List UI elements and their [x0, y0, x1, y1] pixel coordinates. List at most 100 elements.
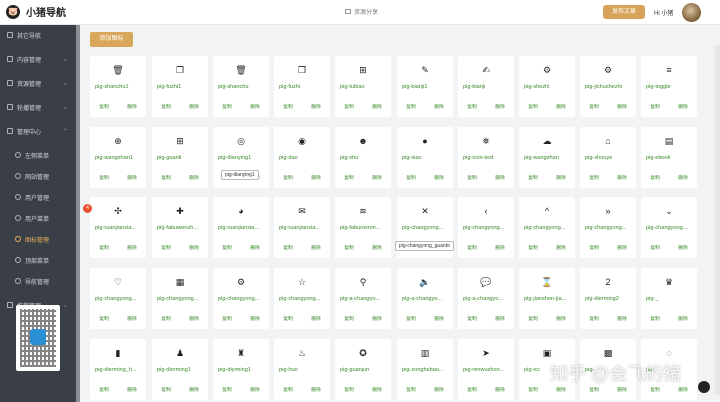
copy-button[interactable]: 复制 — [99, 244, 109, 251]
copy-button[interactable]: 复制 — [344, 244, 354, 251]
sidebar-item-resources[interactable]: 资源管理 ⌄ — [0, 75, 76, 91]
copy-button[interactable]: 复制 — [650, 174, 660, 181]
delete-button[interactable]: 删除 — [311, 386, 321, 393]
copy-button[interactable]: 复制 — [406, 386, 416, 393]
copy-button[interactable]: 复制 — [344, 315, 354, 322]
sidebar-item-carousel[interactable]: 轮播管理 ⌄ — [0, 99, 76, 115]
delete-button[interactable]: 删除 — [556, 244, 566, 251]
copy-button[interactable]: 复制 — [467, 244, 477, 251]
delete-button[interactable]: 删除 — [189, 103, 199, 110]
copy-button[interactable]: 复制 — [528, 244, 538, 251]
copy-button[interactable]: 复制 — [99, 386, 109, 393]
sidebar-item-admin-center[interactable]: 管理中心 ⌃ — [0, 123, 76, 139]
delete-button[interactable]: 删除 — [434, 174, 444, 181]
delete-button[interactable]: 删除 — [617, 244, 627, 251]
copy-button[interactable]: 复制 — [650, 386, 660, 393]
copy-button[interactable]: 复制 — [406, 103, 416, 110]
copy-button[interactable]: 复制 — [283, 315, 293, 322]
delete-button[interactable]: 删除 — [495, 386, 505, 393]
delete-button[interactable]: 删除 — [495, 315, 505, 322]
copy-button[interactable]: 复制 — [161, 315, 171, 322]
add-icon-button[interactable]: 添加图标 — [90, 32, 133, 47]
copy-button[interactable]: 复制 — [467, 103, 477, 110]
delete-button[interactable]: 删除 — [434, 315, 444, 322]
sidebar-item-content[interactable]: 内容管理 ⌄ — [0, 51, 76, 67]
github-icon[interactable] — [698, 381, 710, 393]
content-scrollbar[interactable] — [715, 45, 720, 395]
copy-button[interactable]: 复制 — [406, 315, 416, 322]
sidebar-sub-nav[interactable]: 导航管理 — [0, 273, 76, 289]
copy-button[interactable]: 复制 — [99, 103, 109, 110]
delete-button[interactable]: 删除 — [189, 174, 199, 181]
delete-button[interactable]: 删除 — [127, 174, 137, 181]
delete-button[interactable]: 删除 — [495, 244, 505, 251]
sidebar-sub-user-menu[interactable]: 用户菜单 — [0, 210, 76, 226]
sidebar-sub-top-menu[interactable]: 顶部菜单 — [0, 252, 76, 268]
publish-article-button[interactable]: 发布文章 — [603, 5, 645, 19]
delete-button[interactable]: 删除 — [556, 386, 566, 393]
delete-button[interactable]: 删除 — [617, 103, 627, 110]
copy-button[interactable]: 复制 — [161, 103, 171, 110]
delete-button[interactable]: 删除 — [617, 386, 627, 393]
copy-button[interactable]: 复制 — [99, 174, 109, 181]
copy-button[interactable]: 复制 — [222, 244, 232, 251]
delete-button[interactable]: 删除 — [189, 386, 199, 393]
delete-button[interactable]: 删除 — [678, 244, 688, 251]
sidebar-sub-site[interactable]: 网站管理 — [0, 168, 76, 184]
delete-button[interactable]: 删除 — [250, 244, 260, 251]
copy-button[interactable]: 复制 — [467, 386, 477, 393]
copy-button[interactable]: 复制 — [283, 244, 293, 251]
delete-button[interactable]: 删除 — [434, 386, 444, 393]
copy-button[interactable]: 复制 — [283, 386, 293, 393]
copy-button[interactable]: 复制 — [283, 103, 293, 110]
copy-button[interactable]: 复制 — [528, 103, 538, 110]
copy-button[interactable]: 复制 — [589, 244, 599, 251]
copy-button[interactable]: 复制 — [650, 315, 660, 322]
delete-button[interactable]: 删除 — [556, 103, 566, 110]
delete-button[interactable]: 删除 — [617, 174, 627, 181]
sidebar-scrollbar[interactable] — [76, 25, 80, 402]
copy-button[interactable]: 复制 — [283, 174, 293, 181]
delete-button[interactable]: 删除 — [678, 103, 688, 110]
delete-button[interactable]: 删除 — [678, 174, 688, 181]
copy-button[interactable]: 复制 — [589, 386, 599, 393]
delete-button[interactable]: 删除 — [556, 174, 566, 181]
copy-button[interactable]: 复制 — [589, 315, 599, 322]
copy-button[interactable]: 复制 — [528, 315, 538, 322]
delete-button[interactable]: 删除 — [434, 103, 444, 110]
copy-button[interactable]: 复制 — [222, 315, 232, 322]
copy-button[interactable]: 复制 — [344, 386, 354, 393]
copy-button[interactable]: 复制 — [161, 386, 171, 393]
copy-button[interactable]: 复制 — [161, 174, 171, 181]
resource-share-link[interactable]: 资源分享 — [345, 7, 378, 16]
copy-button[interactable]: 复制 — [467, 174, 477, 181]
delete-button[interactable]: 删除 — [617, 315, 627, 322]
copy-button[interactable]: 复制 — [467, 315, 477, 322]
copy-button[interactable]: 复制 — [650, 103, 660, 110]
delete-button[interactable]: 删除 — [678, 386, 688, 393]
delete-button[interactable]: 删除 — [372, 174, 382, 181]
delete-button[interactable]: 删除 — [189, 244, 199, 251]
copy-button[interactable]: 复制 — [222, 386, 232, 393]
delete-button[interactable]: 删除 — [127, 103, 137, 110]
copy-button[interactable]: 复制 — [344, 103, 354, 110]
delete-button[interactable]: 删除 — [250, 103, 260, 110]
avatar[interactable] — [682, 3, 701, 22]
sidebar-sub-users[interactable]: 用户管理 — [0, 189, 76, 205]
copy-button[interactable]: 复制 — [528, 174, 538, 181]
delete-button[interactable]: 删除 — [372, 103, 382, 110]
sidebar-sub-left-menu[interactable]: 左侧菜单 — [0, 147, 76, 163]
delete-button[interactable]: 删除 — [495, 103, 505, 110]
copy-button[interactable]: 复制 — [99, 315, 109, 322]
delete-button[interactable]: 删除 — [189, 315, 199, 322]
copy-button[interactable]: 复制 — [589, 174, 599, 181]
delete-button[interactable]: 删除 — [250, 315, 260, 322]
copy-button[interactable]: 复制 — [650, 244, 660, 251]
copy-button[interactable]: 复制 — [161, 244, 171, 251]
copy-button[interactable]: 复制 — [222, 103, 232, 110]
delete-button[interactable]: 删除 — [556, 315, 566, 322]
delete-button[interactable]: 删除 — [495, 174, 505, 181]
delete-button[interactable]: 删除 — [678, 315, 688, 322]
brand[interactable]: 🐷 小猪导航 — [6, 4, 66, 19]
delete-button[interactable]: 删除 — [372, 386, 382, 393]
